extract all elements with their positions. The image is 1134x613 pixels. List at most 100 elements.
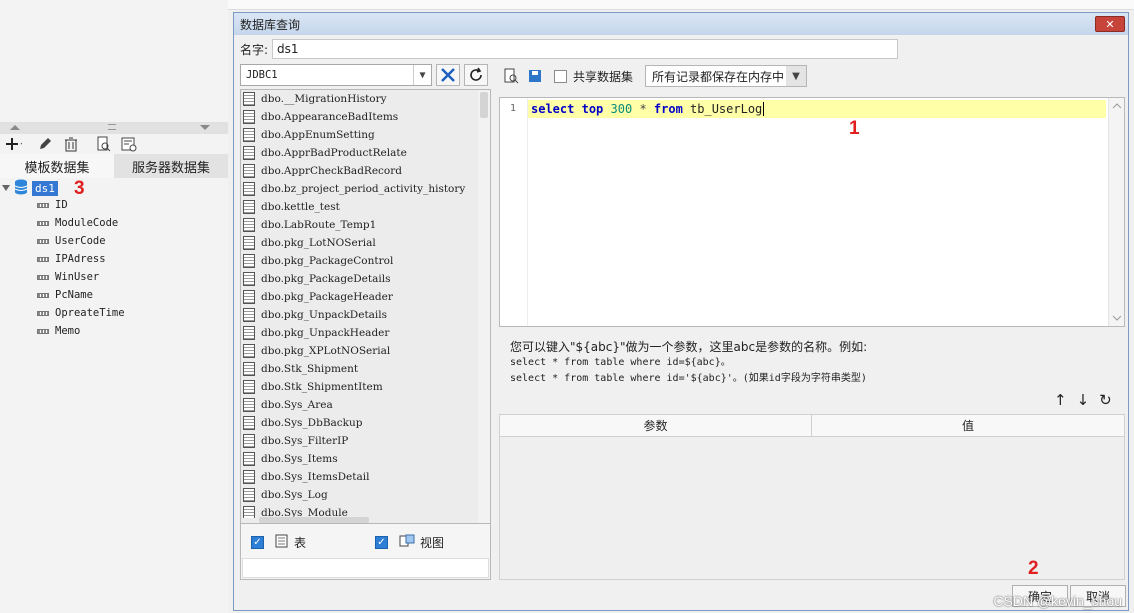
table-item[interactable]: dbo.Sys_DbBackup [243,414,479,432]
table-icon [243,236,255,250]
tab-server-datasets[interactable]: 服务器数据集 [114,154,228,178]
tab-template-datasets[interactable]: 模板数据集 [0,154,114,178]
horizontal-scroll-thumb[interactable] [259,517,369,523]
dataset-name[interactable]: ds1 [32,180,58,196]
preview-data-icon[interactable] [502,67,520,85]
table-item[interactable]: dbo.bz_project_period_activity_history [243,180,479,198]
sql-token: * [639,102,647,116]
table-item[interactable]: dbo.kettle_test [243,198,479,216]
table-item[interactable]: dbo.LabRoute_Temp1 [243,216,479,234]
save-icon[interactable] [526,67,544,85]
table-item[interactable]: dbo.pkg_PackageDetails [243,270,479,288]
table-item[interactable]: dbo.pkg_PackageControl [243,252,479,270]
table-item[interactable]: dbo.pkg_UnpackDetails [243,306,479,324]
field-item[interactable]: Memo [37,322,80,340]
table-name: dbo.LabRoute_Temp1 [261,219,377,231]
panel-splitter[interactable] [0,122,228,134]
table-scrollbar[interactable] [478,90,490,523]
edit-icon[interactable] [36,135,54,153]
table-item[interactable]: dbo.AppEnumSetting [243,126,479,144]
collapse-down-icon[interactable] [200,125,210,130]
field-icon [37,292,49,298]
dataset-toolbar [0,134,228,154]
connection-settings-button[interactable] [436,64,460,86]
table-icon [243,434,255,448]
table-item[interactable]: dbo.Stk_Shipment [243,360,479,378]
table-item[interactable]: dbo.__MigrationHistory [243,90,479,108]
table-item[interactable]: dbo.Sys_Module [243,504,479,518]
table-search-input[interactable] [242,558,489,578]
annotation-marker-2: 2 [1028,558,1039,579]
field-item[interactable]: PcName [37,286,93,304]
table-icon [243,146,255,160]
table-item[interactable]: dbo.ApprCheckBadRecord [243,162,479,180]
table-item[interactable]: dbo.AppearanceBadItems [243,108,479,126]
table-name: dbo.pkg_LotNOSerial [261,237,376,249]
table-filter-area: ✓ 表 ✓ 视图 [240,524,491,580]
dialog-titlebar[interactable]: 数据库查询 [234,13,1128,35]
memory-mode-select[interactable]: 所有记录都保存在内存中 ▼ [645,65,808,87]
field-item[interactable]: ID [37,196,68,214]
connection-select[interactable]: JDBC1 ▼ [240,64,432,86]
field-item[interactable]: WinUser [37,268,99,286]
delete-icon[interactable] [62,135,80,153]
name-label: 名字: [240,42,269,57]
table-name: dbo.Sys_FilterIP [261,435,349,447]
shared-dataset-checkbox[interactable] [554,69,567,83]
table-item[interactable]: dbo.pkg_UnpackHeader [243,324,479,342]
table-item[interactable]: dbo.Sys_Log [243,486,479,504]
chevron-down-icon[interactable]: ▼ [413,65,431,85]
field-label: ModuleCode [55,217,119,229]
table-name: dbo.Sys_ItemsDetail [261,471,370,483]
view-type-icon [399,534,415,551]
table-item[interactable]: dbo.Stk_ShipmentItem [243,378,479,396]
table-item[interactable]: dbo.ApprBadProductRelate [243,144,479,162]
field-label: ID [55,199,68,211]
chevron-down-icon[interactable]: ▼ [786,66,807,86]
field-item[interactable]: OpreateTime [37,304,125,322]
refresh-parameters-icon[interactable]: ↻ [1099,391,1112,409]
preview-icon[interactable] [94,135,112,153]
field-settings-icon[interactable] [120,135,138,153]
show-views-option[interactable]: ✓ 视图 [375,534,444,551]
table-icon [243,92,255,106]
table-name: dbo.Sys_Items [261,453,338,465]
add-icon[interactable] [4,135,22,153]
scroll-thumb[interactable] [480,92,488,118]
views-checkbox[interactable]: ✓ [375,536,388,549]
show-tables-option[interactable]: ✓ 表 [251,534,306,551]
table-icon [243,470,255,484]
expand-arrow-icon[interactable] [2,185,10,191]
table-item[interactable]: dbo.pkg_PackageHeader [243,288,479,306]
table-item[interactable]: dbo.Sys_Items [243,450,479,468]
dataset-node[interactable]: ds1 [2,179,58,196]
table-item[interactable]: dbo.pkg_LotNOSerial [243,234,479,252]
field-label: WinUser [55,271,100,283]
parameter-table-header: 参数 值 [500,415,1124,437]
table-icon [243,128,255,142]
field-item[interactable]: UserCode [37,232,106,250]
table-item[interactable]: dbo.Sys_ItemsDetail [243,468,479,486]
tables-checkbox[interactable]: ✓ [251,536,264,549]
collapse-up-icon[interactable] [10,125,20,130]
table-name: dbo.Sys_Area [261,399,333,411]
move-up-icon[interactable]: ↑ [1054,391,1067,409]
sql-editor[interactable]: 1 select top 300 * from tb_UserLog 1 [499,97,1125,327]
table-item[interactable]: dbo.Sys_FilterIP [243,432,479,450]
table-list-pane: dbo.__MigrationHistory dbo.AppearanceBadI… [240,89,491,524]
field-item[interactable]: ModuleCode [37,214,118,232]
table-icon [243,182,255,196]
field-label: OpreateTime [55,307,125,319]
tables-label: 表 [294,536,307,550]
name-input[interactable]: ds1 [272,39,899,59]
table-item[interactable]: dbo.pkg_XPLotNOSerial [243,342,479,360]
table-name: dbo.pkg_UnpackDetails [261,309,388,321]
move-down-icon[interactable]: ↓ [1077,391,1090,409]
refresh-tables-button[interactable] [464,64,488,86]
sql-scrollbar[interactable] [1108,98,1124,326]
close-button[interactable]: ✕ [1095,16,1125,32]
field-item[interactable]: IPAdress [37,250,106,268]
table-item[interactable]: dbo.Sys_Area [243,396,479,414]
sql-line[interactable]: select top 300 * from tb_UserLog [528,100,1106,118]
